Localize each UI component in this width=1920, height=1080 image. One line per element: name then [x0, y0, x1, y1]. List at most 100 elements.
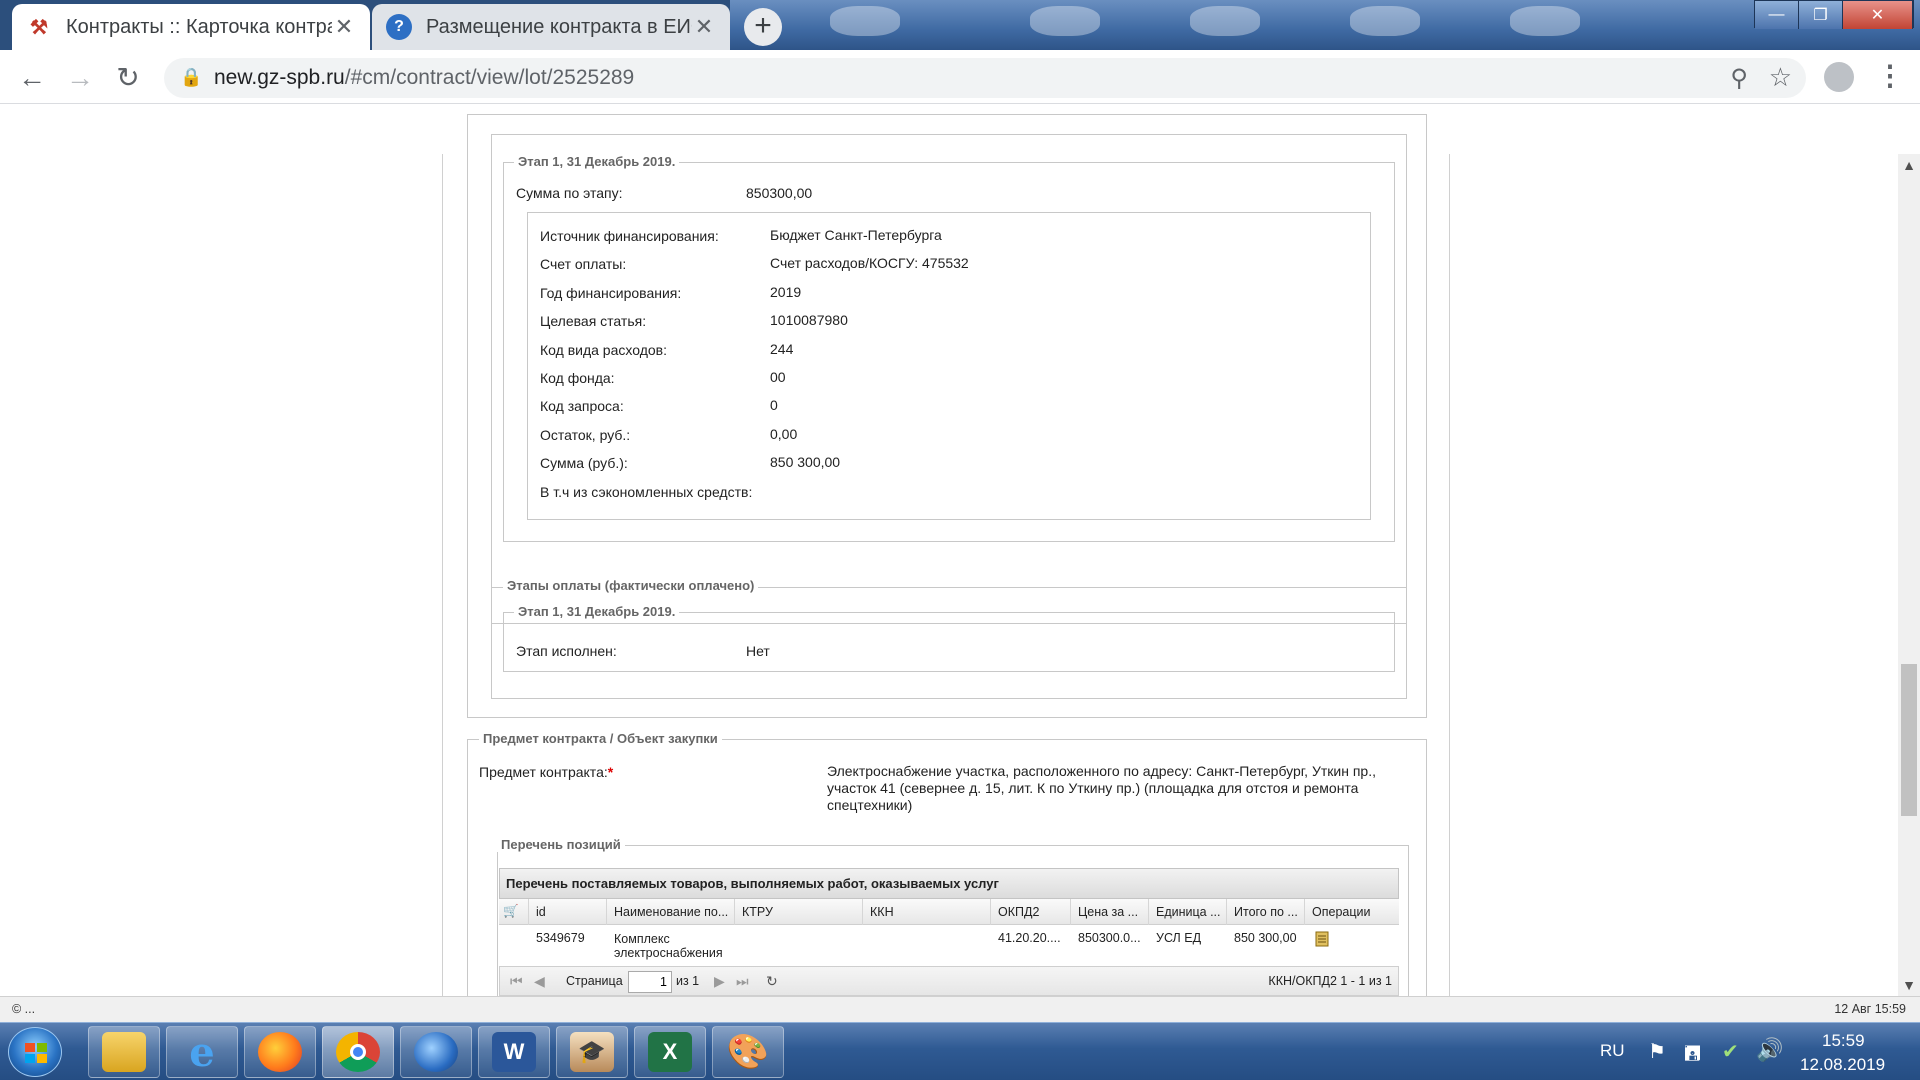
scrollbar-thumb[interactable] — [1901, 664, 1917, 816]
internet-explorer-icon: e — [189, 1028, 215, 1076]
financing-value: 00 — [770, 369, 786, 385]
positions-legend: Перечень позиций — [497, 837, 625, 852]
desktop-background — [730, 0, 1920, 50]
page-scrollbar[interactable]: ▲ ▼ — [1898, 154, 1920, 996]
clock-date[interactable]: 12.08.2019 — [1800, 1055, 1885, 1075]
profile-avatar[interactable] — [1824, 62, 1854, 92]
cell-total: 850 300,00 — [1234, 931, 1297, 945]
taskbar-paint[interactable]: 🎨 — [712, 1026, 784, 1078]
column-header-ktru[interactable]: КТРУ — [735, 899, 863, 925]
security-shield-icon[interactable]: ✔ — [1722, 1039, 1739, 1064]
url-host: new.gz-spb.ru — [214, 66, 345, 89]
last-page-icon[interactable]: ⏭ — [736, 973, 749, 990]
restore-button[interactable]: ❐ — [1799, 1, 1843, 29]
taskbar-firefox[interactable] — [244, 1026, 316, 1078]
taskbar-word[interactable]: W — [478, 1026, 550, 1078]
financing-label: Код запроса: — [540, 398, 624, 415]
tab-title: Размещение контракта в ЕИС | — [426, 15, 692, 38]
thunderbird-icon — [414, 1032, 458, 1072]
scroll-down-arrow-icon[interactable]: ▼ — [1898, 974, 1920, 996]
taskbar-explorer[interactable] — [88, 1026, 160, 1078]
subject-label-text: Предмет контракта: — [479, 764, 608, 780]
column-header-name[interactable]: Наименование по... — [607, 899, 735, 925]
close-tab-icon[interactable]: ✕ — [692, 14, 716, 40]
background-cloud — [1190, 6, 1260, 36]
column-header-operations[interactable]: Операции — [1305, 899, 1395, 925]
minimize-button[interactable]: — — [1755, 1, 1799, 29]
financing-label: Остаток, руб.: — [540, 426, 631, 443]
folder-icon — [102, 1032, 146, 1072]
paid-stage-legend: Этап 1, 31 Декабрь 2019. — [514, 604, 680, 619]
action-center-flag-icon[interactable]: ⚑ — [1648, 1039, 1666, 1064]
prev-page-icon[interactable]: ◀ — [534, 973, 545, 990]
column-header-okpd2[interactable]: ОКПД2 — [991, 899, 1071, 925]
first-page-icon[interactable]: ⏮ — [510, 973, 523, 990]
cart-icon[interactable]: 🛒 — [499, 899, 529, 925]
table-row[interactable]: 5349679 Комплекс электроснабжения 41.20.… — [499, 926, 1399, 964]
taskbar-excel[interactable]: X — [634, 1026, 706, 1078]
professor-icon: 🎓 — [570, 1032, 614, 1072]
scroll-document-icon[interactable] — [1312, 929, 1332, 949]
gavel-icon: ⚒ — [26, 14, 52, 40]
cell-kkn — [863, 926, 991, 964]
subject-text-line: участок 41 (севернее д. 15, лит. К по Ут… — [827, 780, 1359, 796]
column-header-kkn[interactable]: ККН — [863, 899, 991, 925]
financing-value: 244 — [770, 340, 794, 357]
tab-eis[interactable]: ? Размещение контракта в ЕИС | ✕ — [372, 4, 730, 50]
taskbar-chrome[interactable] — [322, 1026, 394, 1078]
refresh-icon[interactable]: ↻ — [766, 973, 778, 990]
back-arrow-icon[interactable]: ← — [16, 62, 48, 94]
start-button[interactable] — [8, 1027, 62, 1077]
financing-value: 0,00 — [770, 425, 798, 442]
language-indicator[interactable]: RU — [1600, 1041, 1625, 1061]
column-header-price[interactable]: Цена за ... — [1071, 899, 1149, 925]
stage-done-label: Этап исполнен: — [516, 643, 617, 659]
tab-contracts[interactable]: ⚒ Контракты :: Карточка контракт ✕ — [12, 4, 370, 50]
financing-label: Год финансирования: — [540, 284, 682, 301]
cell-name-line: электроснабжения — [614, 946, 723, 960]
zoom-icon[interactable]: ⚲ — [1730, 64, 1748, 93]
new-tab-button[interactable]: + — [744, 8, 782, 46]
page-viewport: Этап 1, 31 Декабрь 2019. Сумма по этапу:… — [0, 104, 1898, 996]
windows-taskbar: e W 🎓 X 🎨 RU ⚑ 🖪 ✔ 🔊 15:59 12.08.2019 — [0, 1022, 1920, 1080]
browser-toolbar: ← → ↻ 🔒 new.gz-spb.ru/#cm/contract/view/… — [0, 50, 1920, 104]
bookmark-star-icon[interactable]: ☆ — [1769, 62, 1792, 93]
stage-sum-label: Сумма по этапу: — [516, 185, 623, 201]
reload-icon[interactable]: ↻ — [112, 62, 144, 94]
required-mark: * — [607, 764, 614, 780]
browser-tab-strip: ⚒ Контракты :: Карточка контракт ✕ ? Раз… — [0, 0, 1920, 50]
page-of-label: из 1 — [676, 974, 700, 988]
next-page-icon[interactable]: ▶ — [714, 973, 725, 990]
column-header-unit[interactable]: Единица ... — [1149, 899, 1227, 925]
taskbar-professor-app[interactable]: 🎓 — [556, 1026, 628, 1078]
forward-arrow-icon[interactable]: → — [64, 62, 96, 94]
scroll-up-arrow-icon[interactable]: ▲ — [1898, 154, 1920, 176]
tab-title: Контракты :: Карточка контракт — [66, 15, 332, 38]
app-status-bar: © ... 12 Авг 15:59 — [0, 996, 1920, 1022]
cell-name: Комплекс электроснабжения — [607, 926, 735, 964]
close-tab-icon[interactable]: ✕ — [332, 14, 356, 40]
financing-label: Сумма (руб.): — [540, 455, 628, 472]
financing-label: Код вида расходов: — [540, 341, 667, 358]
taskbar-thunderbird[interactable] — [400, 1026, 472, 1078]
financing-value: Бюджет Санкт-Петербурга — [770, 227, 942, 243]
column-header-id[interactable]: id — [529, 899, 607, 925]
cell-ktru — [735, 926, 863, 964]
status-datetime: 12 Авг 15:59 — [1834, 1002, 1906, 1016]
positions-grid-header: 🛒 id Наименование по... КТРУ ККН ОКПД2 Ц… — [499, 899, 1399, 925]
word-icon: W — [492, 1032, 536, 1072]
address-bar[interactable]: 🔒 new.gz-spb.ru/#cm/contract/view/lot/25… — [164, 58, 1806, 98]
column-header-total[interactable]: Итого по ... — [1227, 899, 1305, 925]
browser-menu-icon[interactable]: ⋮ — [1876, 58, 1904, 94]
financing-value: 1010087980 — [770, 312, 848, 329]
clock-time[interactable]: 15:59 — [1822, 1031, 1865, 1051]
volume-icon[interactable]: 🔊 — [1756, 1037, 1783, 1063]
taskbar-internet-explorer[interactable]: e — [166, 1026, 238, 1078]
cell-unit: УСЛ ЕД — [1156, 931, 1202, 945]
close-window-button[interactable]: ✕ — [1843, 1, 1913, 29]
network-icon[interactable]: 🖪 — [1684, 1039, 1701, 1073]
excel-icon: X — [648, 1032, 692, 1072]
financing-value: Счет расходов/КОСГУ: 475532 — [770, 255, 969, 272]
page-number-input[interactable] — [628, 971, 672, 993]
firefox-icon — [258, 1032, 302, 1072]
